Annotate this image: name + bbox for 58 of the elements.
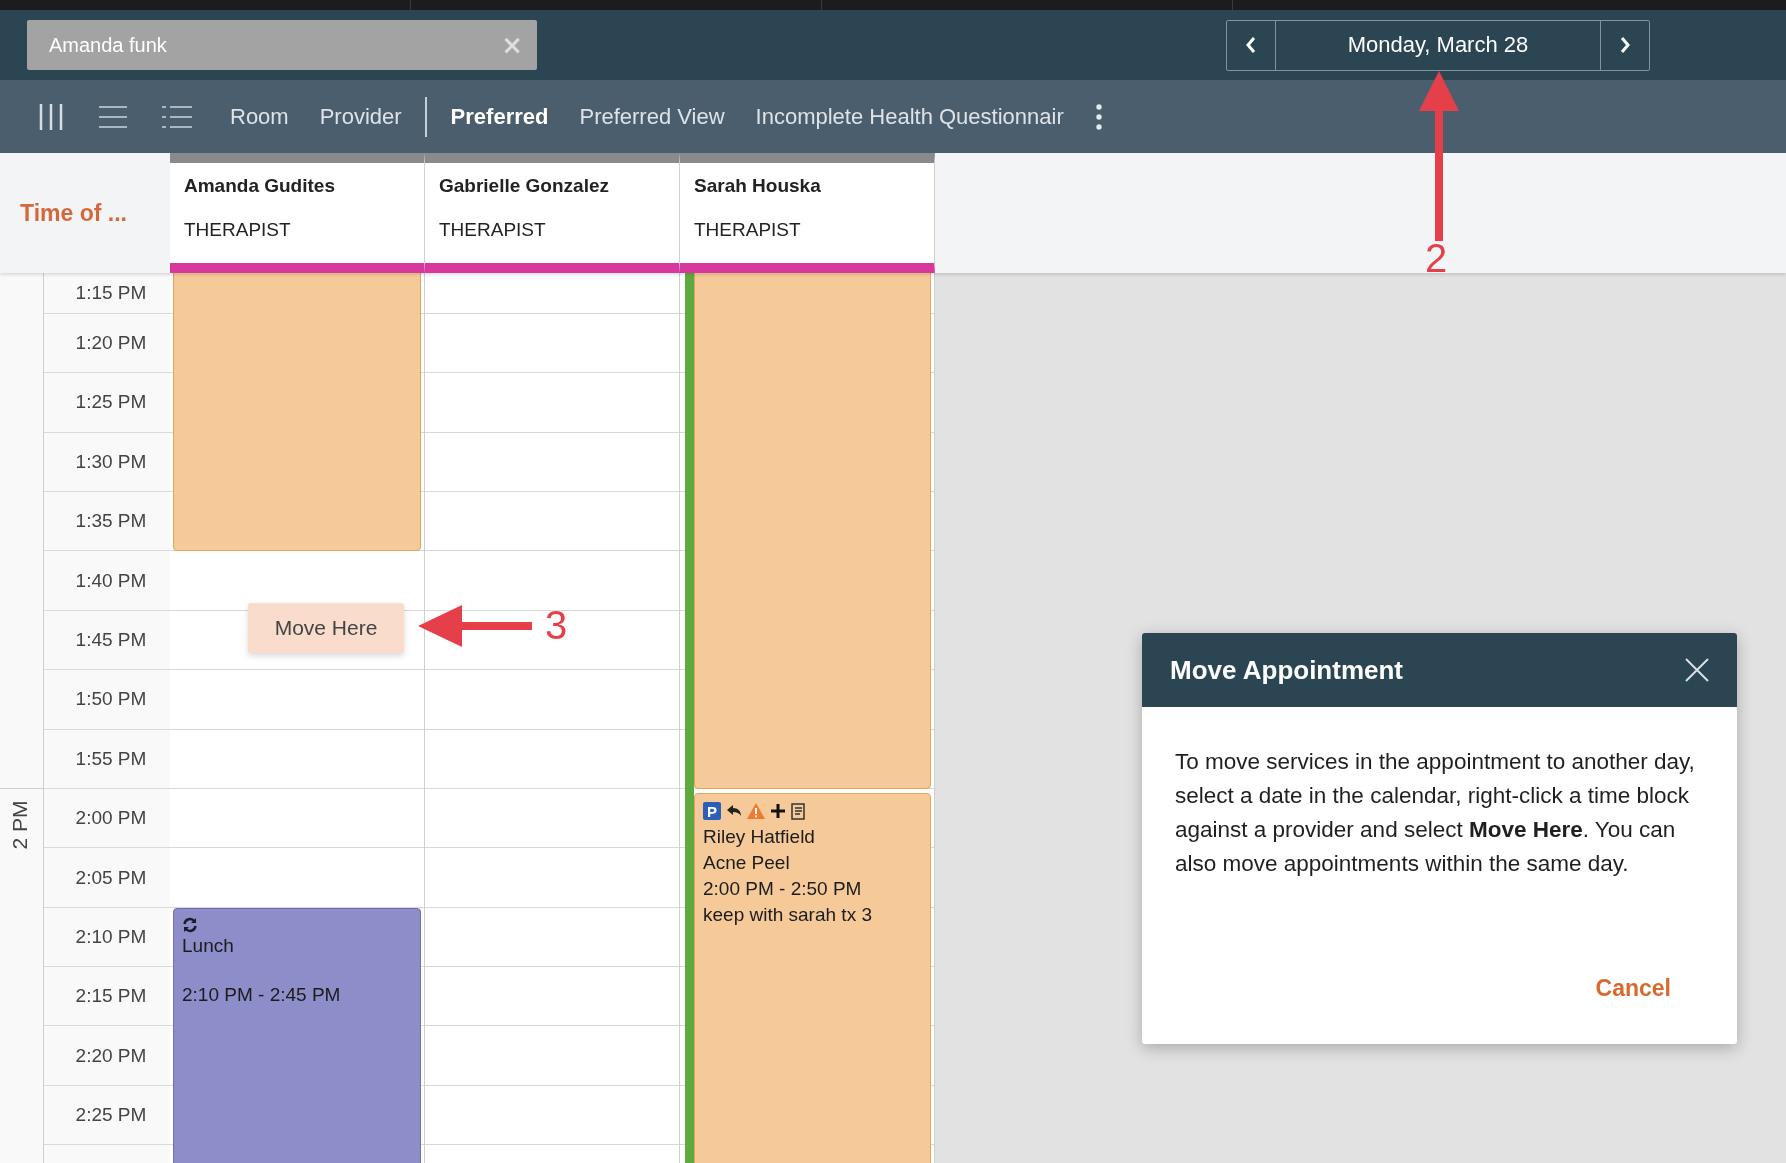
dialog-title: Move Appointment (1170, 654, 1404, 686)
provider-role: THERAPIST (694, 219, 802, 241)
view-tab[interactable]: Preferred (450, 103, 549, 130)
time-label: 1:30 PM (74, 450, 147, 473)
chevron-left-icon (1245, 36, 1257, 54)
time-label: 1:45 PM (74, 628, 147, 651)
provider-name: Sarah Houska (694, 175, 822, 197)
provider-header[interactable]: Gabrielle Gonzalez THERAPIST (425, 153, 680, 273)
view-tab[interactable]: Incomplete Health Questionnair (755, 103, 1064, 130)
provider-header[interactable]: Amanda Gudites THERAPIST (170, 153, 425, 273)
annotation-number: 2 (1425, 236, 1448, 280)
close-icon (1685, 658, 1709, 682)
rows-view-icon[interactable] (98, 104, 128, 129)
provider-header[interactable]: Sarah Houska THERAPIST (680, 153, 935, 273)
chevron-right-icon (1619, 36, 1631, 54)
warning-icon (747, 803, 765, 819)
close-button[interactable] (1685, 658, 1709, 682)
provider-name: Amanda Gudites (184, 175, 336, 197)
time-label: 2:15 PM (74, 985, 147, 1008)
time-label: 2:05 PM (74, 866, 147, 889)
annotation-number: 3 (545, 603, 568, 647)
columns-view-icon[interactable] (38, 102, 64, 131)
time-label: 1:50 PM (74, 688, 147, 711)
appointment-time: 2:10 PM - 2:45 PM (182, 982, 341, 1007)
time-label: 2:25 PM (74, 1104, 147, 1127)
parking-icon: P (703, 802, 721, 820)
time-label: 1:40 PM (74, 569, 147, 592)
appointment-time: 2:00 PM - 2:50 PM (703, 877, 862, 901)
cancel-button[interactable]: Cancel (1595, 975, 1671, 1002)
time-label: 1:15 PM (74, 281, 147, 304)
break-appointment[interactable]: Lunch 2:10 PM - 2:45 PM (173, 907, 421, 1163)
time-label: 2:10 PM (74, 925, 147, 948)
dialog-message: To move services in the appointment to another day, select a date in the calendar, right-click a time block against a provider and select Move Here. You can also move appointments within the same day. (1174, 748, 1696, 878)
more-options-icon[interactable] (1094, 103, 1103, 130)
view-tab[interactable]: Preferred View (579, 103, 725, 130)
appointment-note: keep with sarah tx 3 (703, 903, 872, 927)
reply-arrow-icon (727, 805, 741, 817)
note-icon (791, 802, 805, 820)
provider-role: THERAPIST (439, 219, 547, 241)
booked-appointment[interactable]: P Riley Hatfield Acne Peel 2:00 PM - 2:50 PM keep with sarah tx 3 (694, 793, 931, 1163)
move-here-menu-item[interactable]: Move Here (248, 603, 404, 653)
time-label: 2:20 PM (74, 1044, 147, 1067)
plus-icon (771, 804, 785, 818)
time-label: 1:35 PM (74, 510, 147, 533)
client-name: Riley Hatfield (703, 825, 815, 849)
time-label: 1:20 PM (74, 332, 147, 354)
provider-role: THERAPIST (184, 219, 292, 241)
service-name: Acne Peel (703, 851, 790, 875)
time-label: 1:55 PM (74, 747, 147, 770)
list-view-icon[interactable] (162, 104, 192, 129)
view-tab[interactable]: Room (230, 103, 289, 130)
view-tab[interactable]: Provider (319, 103, 402, 130)
time-label: 1:25 PM (74, 391, 147, 414)
provider-name: Gabrielle Gonzalez (439, 175, 610, 197)
appointment-title: Lunch (182, 933, 234, 958)
time-label: 2:00 PM (74, 807, 147, 830)
hour-label: 2 PM (8, 799, 32, 852)
time-column-header: Time of ... (19, 198, 128, 228)
